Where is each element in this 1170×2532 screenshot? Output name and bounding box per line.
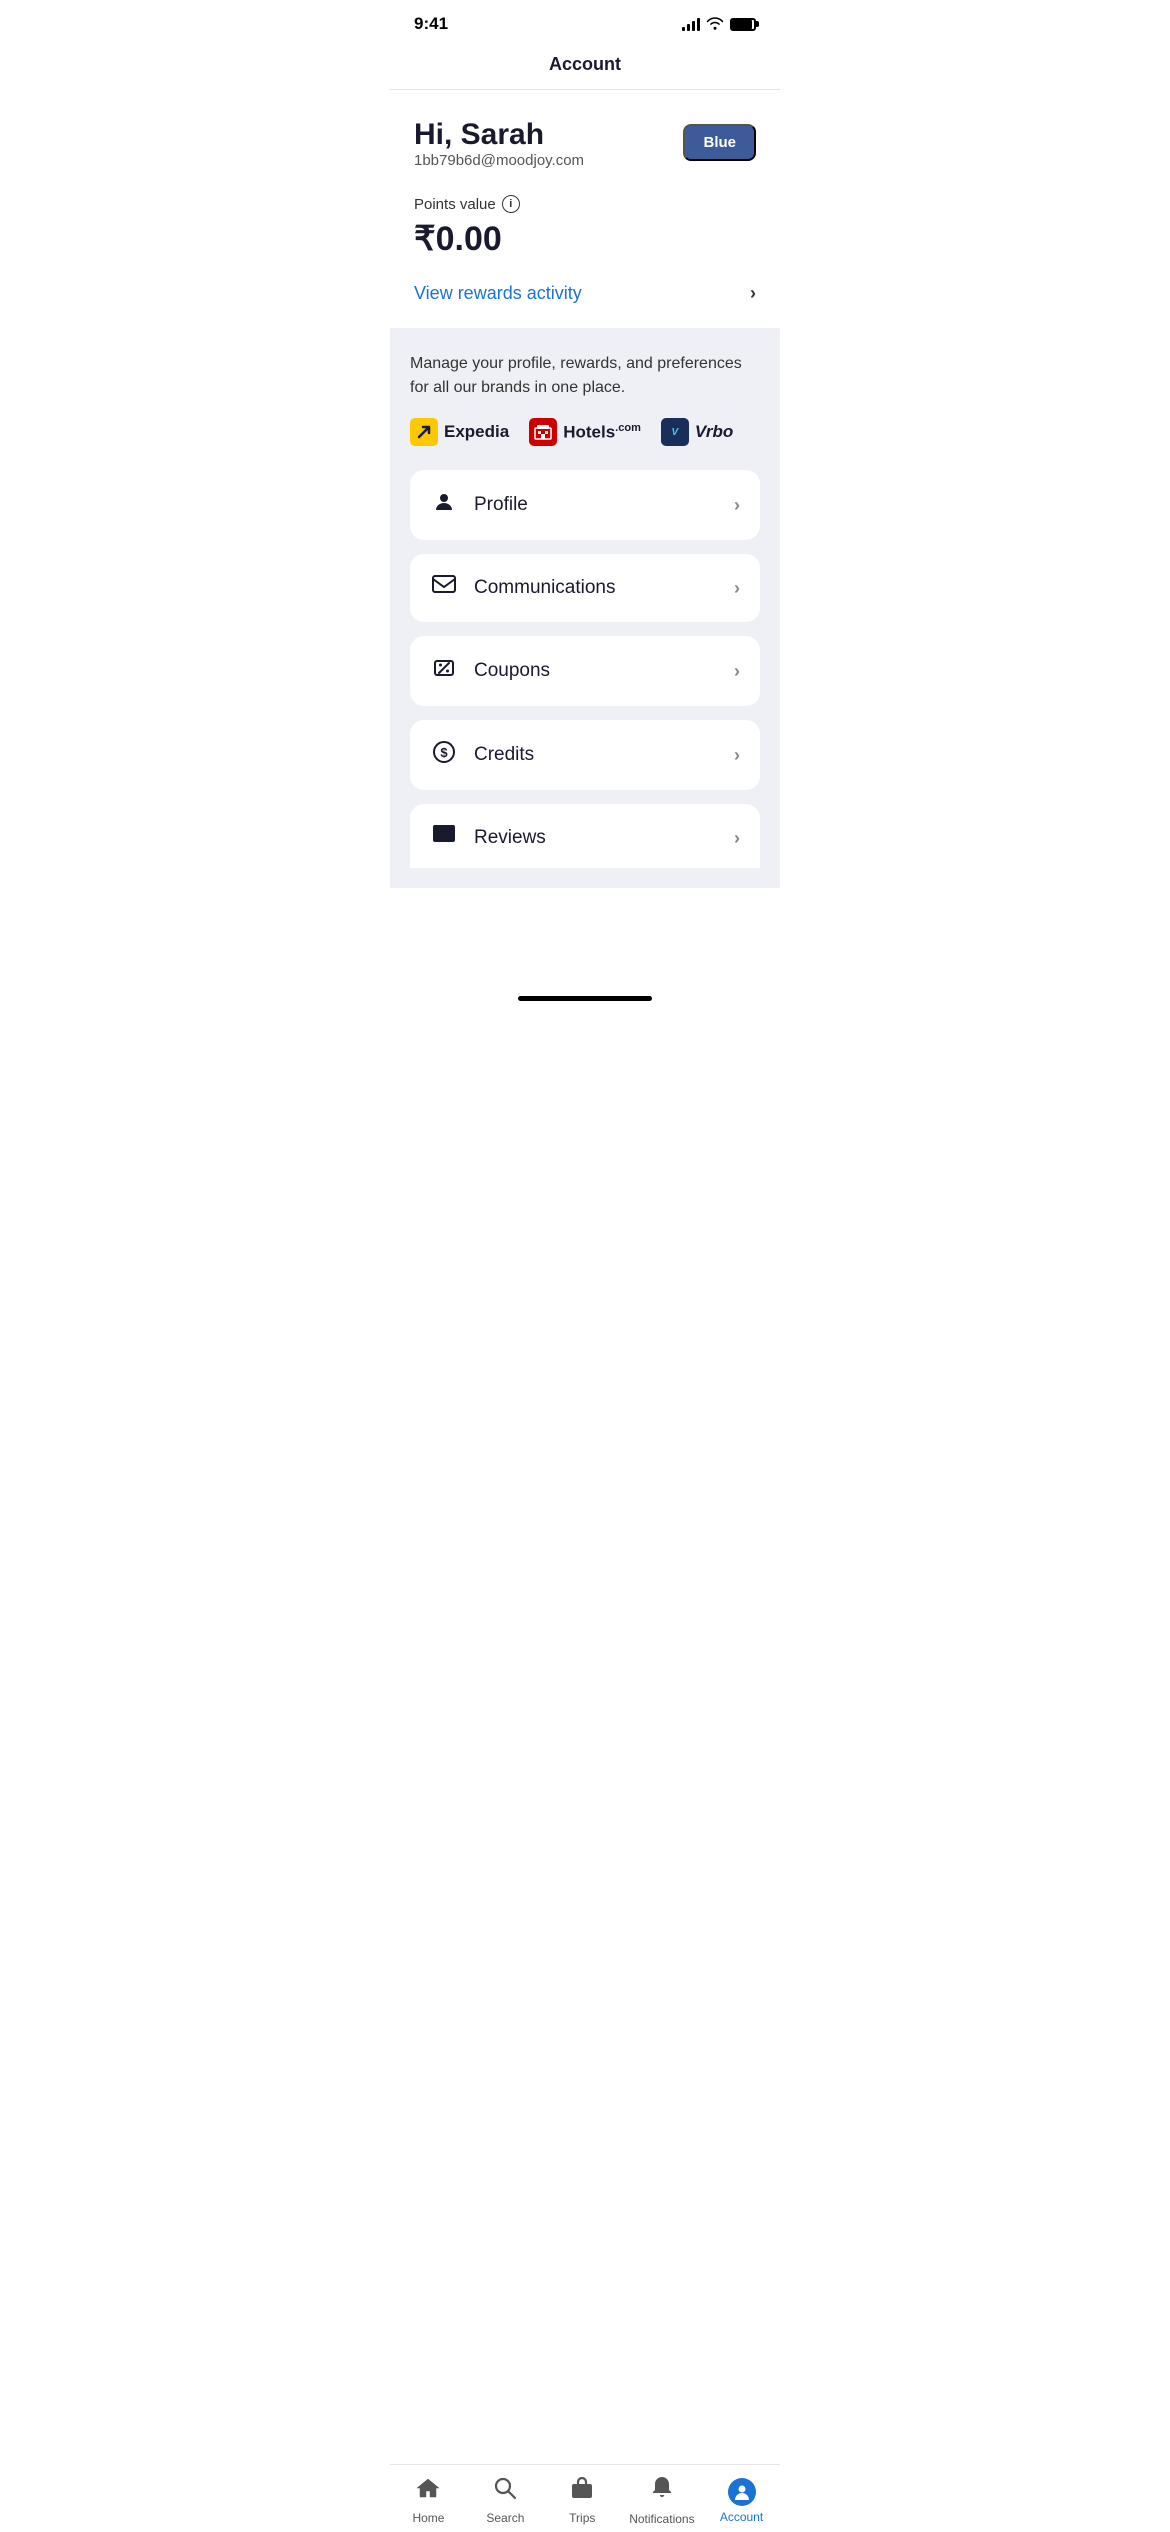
nav-account-label: Account bbox=[720, 2510, 763, 2524]
communications-icon bbox=[430, 574, 458, 602]
brands-row: Expedia Hotels.com V bbox=[410, 418, 760, 446]
notifications-icon bbox=[650, 2475, 674, 2508]
search-icon bbox=[493, 2476, 517, 2507]
nav-item-notifications[interactable]: Notifications bbox=[629, 2475, 694, 2526]
nav-item-account[interactable]: Account bbox=[712, 2478, 772, 2524]
brand-hotels: Hotels.com bbox=[529, 418, 641, 446]
credits-item-left: $ Credits bbox=[430, 740, 534, 770]
nav-item-search[interactable]: Search bbox=[475, 2476, 535, 2525]
coupons-icon bbox=[430, 656, 458, 686]
user-email: 1bb79b6d@moodjoy.com bbox=[414, 152, 584, 169]
hotels-name: Hotels.com bbox=[563, 422, 641, 443]
menu-item-profile[interactable]: Profile › bbox=[410, 470, 760, 540]
status-icons bbox=[682, 16, 756, 33]
communications-item-left: Communications bbox=[430, 574, 616, 602]
nav-item-home[interactable]: Home bbox=[398, 2476, 458, 2525]
account-avatar bbox=[728, 2478, 756, 2506]
section-description: Manage your profile, rewards, and prefer… bbox=[410, 352, 760, 400]
coupons-label: Coupons bbox=[474, 660, 550, 682]
coupons-item-left: Coupons bbox=[430, 656, 550, 686]
wifi-icon bbox=[706, 16, 724, 33]
status-bar: 9:41 bbox=[390, 0, 780, 42]
page-title: Account bbox=[549, 54, 621, 74]
menu-item-credits[interactable]: $ Credits › bbox=[410, 720, 760, 790]
points-value: ₹0.00 bbox=[414, 219, 756, 259]
trips-icon bbox=[570, 2476, 594, 2507]
battery-icon bbox=[730, 18, 756, 31]
credits-icon: $ bbox=[430, 740, 458, 770]
credits-chevron-icon: › bbox=[734, 745, 740, 766]
greeting-block: Hi, Sarah 1bb79b6d@moodjoy.com bbox=[414, 118, 584, 191]
brand-expedia: Expedia bbox=[410, 418, 509, 446]
account-info-section: Hi, Sarah 1bb79b6d@moodjoy.com Blue Poin… bbox=[390, 90, 780, 328]
credits-label: Credits bbox=[474, 744, 534, 766]
rewards-link-text: View rewards activity bbox=[414, 283, 582, 304]
home-indicator bbox=[518, 996, 652, 1001]
signal-icon bbox=[682, 17, 700, 31]
profile-icon bbox=[430, 490, 458, 520]
communications-chevron-icon: › bbox=[734, 578, 740, 599]
vrbo-logo: V bbox=[661, 418, 689, 446]
gray-section: Manage your profile, rewards, and prefer… bbox=[390, 328, 780, 888]
reviews-label: Reviews bbox=[474, 827, 546, 849]
menu-item-communications[interactable]: Communications › bbox=[410, 554, 760, 622]
nav-search-label: Search bbox=[486, 2511, 524, 2525]
svg-text:$: $ bbox=[440, 745, 448, 760]
menu-list: Profile › Communications › bbox=[410, 470, 760, 868]
points-label-row: Points value i bbox=[414, 195, 756, 213]
tier-badge[interactable]: Blue bbox=[683, 124, 756, 161]
rewards-chevron-icon: › bbox=[750, 283, 756, 304]
greeting-text: Hi, Sarah bbox=[414, 118, 584, 152]
home-icon bbox=[415, 2476, 441, 2507]
vrbo-name: Vrbo bbox=[695, 422, 733, 442]
communications-label: Communications bbox=[474, 577, 616, 599]
coupons-chevron-icon: › bbox=[734, 661, 740, 682]
expedia-name: Expedia bbox=[444, 422, 509, 442]
points-label-text: Points value bbox=[414, 196, 496, 213]
bottom-nav: Home Search Trips Notifications bbox=[390, 2464, 780, 2532]
rewards-link[interactable]: View rewards activity › bbox=[414, 279, 756, 308]
nav-trips-label: Trips bbox=[569, 2511, 595, 2525]
profile-item-left: Profile bbox=[430, 490, 528, 520]
menu-item-reviews[interactable]: Reviews › bbox=[410, 804, 760, 868]
reviews-item-left: Reviews bbox=[430, 824, 546, 852]
reviews-chevron-icon: › bbox=[734, 828, 740, 849]
profile-chevron-icon: › bbox=[734, 495, 740, 516]
brand-vrbo: V Vrbo bbox=[661, 418, 733, 446]
status-time: 9:41 bbox=[414, 14, 448, 34]
nav-home-label: Home bbox=[412, 2511, 444, 2525]
reviews-icon bbox=[430, 824, 458, 852]
profile-label: Profile bbox=[474, 494, 528, 516]
account-top-row: Hi, Sarah 1bb79b6d@moodjoy.com Blue bbox=[414, 118, 756, 191]
page-header: Account bbox=[390, 42, 780, 90]
hotels-logo bbox=[529, 418, 557, 446]
nav-item-trips[interactable]: Trips bbox=[552, 2476, 612, 2525]
menu-item-coupons[interactable]: Coupons › bbox=[410, 636, 760, 706]
nav-notifications-label: Notifications bbox=[629, 2512, 694, 2526]
points-info-icon[interactable]: i bbox=[502, 195, 520, 213]
expedia-logo bbox=[410, 418, 438, 446]
